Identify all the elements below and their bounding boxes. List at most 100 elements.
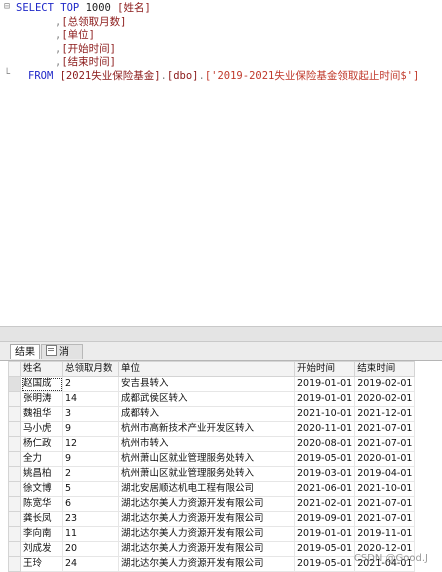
table-cell[interactable]: 2021-07-01 [354, 421, 416, 437]
table-cell[interactable]: 2021-12-01 [354, 406, 416, 422]
tab-messages[interactable]: 消息 [41, 344, 83, 373]
row-header[interactable] [8, 541, 21, 557]
row-header[interactable] [8, 376, 21, 392]
table-cell[interactable]: 2019-05-01 [293, 451, 356, 467]
table-cell[interactable]: 全力 [20, 451, 63, 467]
table-cell[interactable]: 2019-02-01 [354, 376, 416, 392]
gutter-marker[interactable]: ⊟ [2, 1, 12, 12]
row-header[interactable] [8, 391, 21, 407]
grid-corner[interactable] [8, 361, 21, 377]
table-cell[interactable]: 2021-06-01 [293, 481, 356, 497]
table-cell[interactable]: 2021-07-01 [354, 496, 416, 512]
table-cell[interactable]: 湖北达尔美人力资源开发有限公司 [118, 526, 295, 542]
table-cell[interactable]: 11 [62, 526, 119, 542]
table-row[interactable]: 马小虎 9 杭州市高新技术产业开发区转入 2020-11-01 2021-07-01 [8, 421, 416, 437]
table-cell[interactable]: 魏祖华 [20, 406, 63, 422]
table-cell[interactable]: 9 [62, 421, 119, 437]
table-cell[interactable]: 12 [62, 436, 119, 452]
table-row[interactable]: 赵国成 2 安吉县转入 2019-01-01 2019-02-01 [8, 376, 416, 392]
column-header[interactable]: 姓名 [20, 361, 63, 377]
tab-results[interactable]: 结果 [10, 344, 40, 359]
table-cell[interactable]: 杭州市转入 [118, 436, 295, 452]
table-cell[interactable]: 2021-07-01 [354, 511, 416, 527]
table-cell[interactable]: 2019-01-01 [293, 526, 356, 542]
table-row[interactable]: 全力 9 杭州萧山区就业管理服务处转入 2019-05-01 2020-01-01 [8, 451, 416, 467]
table-cell[interactable]: 2020-11-01 [293, 421, 356, 437]
row-header[interactable] [8, 421, 21, 437]
table-row[interactable]: 姚昌柏 2 杭州萧山区就业管理服务处转入 2019-03-01 2019-04-01 [8, 466, 416, 482]
row-header[interactable] [8, 556, 21, 572]
table-cell[interactable]: 2019-03-01 [293, 466, 356, 482]
table-cell[interactable]: 赵国成 [20, 376, 63, 392]
table-cell[interactable]: 陈宽华 [20, 496, 63, 512]
row-header[interactable] [8, 511, 21, 527]
sql-editor[interactable]: ⊟ SELECT TOP 1000 [姓名] ,[总领取月数] ,[单位] ,[开始时间… [0, 0, 442, 325]
table-cell[interactable]: 2019-09-01 [293, 511, 356, 527]
table-cell[interactable]: 23 [62, 511, 119, 527]
table-cell[interactable]: 2019-04-01 [354, 466, 416, 482]
table-row[interactable]: 龚长凤 23 湖北达尔美人力资源开发有限公司 2019-09-01 2021-07-01 [8, 511, 416, 527]
table-cell[interactable]: 杭州萧山区就业管理服务处转入 [118, 451, 295, 467]
table-cell[interactable]: 3 [62, 406, 119, 422]
table-cell[interactable]: 2019-05-01 [293, 541, 356, 557]
table-cell[interactable]: 2019-05-01 [293, 556, 356, 572]
table-cell[interactable]: 杭州萧山区就业管理服务处转入 [118, 466, 295, 482]
table-cell[interactable]: 湖北安居顺达机电工程有限公司 [118, 481, 295, 497]
table-cell[interactable]: 王玲 [20, 556, 63, 572]
row-header[interactable] [8, 466, 21, 482]
table-cell[interactable]: 龚长凤 [20, 511, 63, 527]
table-cell[interactable]: 2019-01-01 [293, 391, 356, 407]
table-cell[interactable]: 2020-08-01 [293, 436, 356, 452]
table-cell[interactable]: 2021-02-01 [293, 496, 356, 512]
table-cell[interactable]: 安吉县转入 [118, 376, 295, 392]
row-header[interactable] [8, 451, 21, 467]
table-row[interactable]: 陈宽华 6 湖北达尔美人力资源开发有限公司 2021-02-01 2021-07-01 [8, 496, 416, 512]
table-cell[interactable]: 2021-10-01 [354, 481, 416, 497]
table-cell[interactable]: 姚昌柏 [20, 466, 63, 482]
table-cell[interactable]: 杨仁政 [20, 436, 63, 452]
table-cell[interactable]: 成都转入 [118, 406, 295, 422]
row-header[interactable] [8, 436, 21, 452]
table-row[interactable]: 李向南 11 湖北达尔美人力资源开发有限公司 2019-01-01 2019-11-01 [8, 526, 416, 542]
table-cell[interactable]: 湖北达尔美人力资源开发有限公司 [118, 556, 295, 572]
row-header[interactable] [8, 406, 21, 422]
table-row[interactable]: 魏祖华 3 成都转入 2021-10-01 2021-12-01 [8, 406, 416, 422]
table-cell[interactable]: 张明涛 [20, 391, 63, 407]
table-cell[interactable]: 6 [62, 496, 119, 512]
row-header[interactable] [8, 526, 21, 542]
gutter-marker[interactable]: └ [2, 69, 12, 80]
table-row[interactable]: 徐文博 5 湖北安居顺达机电工程有限公司 2021-06-01 2021-10-01 [8, 481, 416, 497]
table-cell[interactable]: 9 [62, 451, 119, 467]
table-cell[interactable]: 成都武侯区转入 [118, 391, 295, 407]
column-header[interactable]: 总领取月数 [62, 361, 119, 377]
table-cell[interactable]: 2020-02-01 [354, 391, 416, 407]
table-cell[interactable]: 2 [62, 466, 119, 482]
table-cell[interactable]: 2 [62, 376, 119, 392]
table-cell[interactable]: 2020-01-01 [354, 451, 416, 467]
table-cell[interactable]: 李向南 [20, 526, 63, 542]
column-header[interactable]: 单位 [118, 361, 295, 377]
table-cell[interactable]: 湖北达尔美人力资源开发有限公司 [118, 541, 295, 557]
table-cell[interactable]: 杭州市高新技术产业开发区转入 [118, 421, 295, 437]
table-cell[interactable]: 2021-10-01 [293, 406, 356, 422]
table-cell[interactable]: 湖北达尔美人力资源开发有限公司 [118, 496, 295, 512]
table-cell[interactable]: 2019-11-01 [354, 526, 416, 542]
table-cell[interactable]: 2019-01-01 [293, 376, 356, 392]
row-header[interactable] [8, 481, 21, 497]
table-cell[interactable]: 刘成发 [20, 541, 63, 557]
column-header[interactable]: 开始时间 [293, 361, 356, 377]
table-cell[interactable]: 5 [62, 481, 119, 497]
column-header[interactable]: 结束时间 [354, 361, 416, 377]
table-cell[interactable]: 湖北达尔美人力资源开发有限公司 [118, 511, 295, 527]
table-cell[interactable]: 14 [62, 391, 119, 407]
table-cell[interactable]: 徐文博 [20, 481, 63, 497]
row-header[interactable] [8, 496, 21, 512]
table-cell[interactable]: 马小虎 [20, 421, 63, 437]
table-cell[interactable]: 2021-07-01 [354, 436, 416, 452]
results-grid[interactable]: 姓名 总领取月数 单位 开始时间 结束时间 赵国成 2 安吉县转入 2019-01-01 201… [8, 361, 442, 572]
table-row[interactable]: 张明涛 14 成都武侯区转入 2019-01-01 2020-02-01 [8, 391, 416, 407]
table-cell[interactable]: 20 [62, 541, 119, 557]
table-row[interactable]: 杨仁政 12 杭州市转入 2020-08-01 2021-07-01 [8, 436, 416, 452]
table-cell[interactable]: 24 [62, 556, 119, 572]
pane-splitter[interactable] [0, 326, 442, 342]
